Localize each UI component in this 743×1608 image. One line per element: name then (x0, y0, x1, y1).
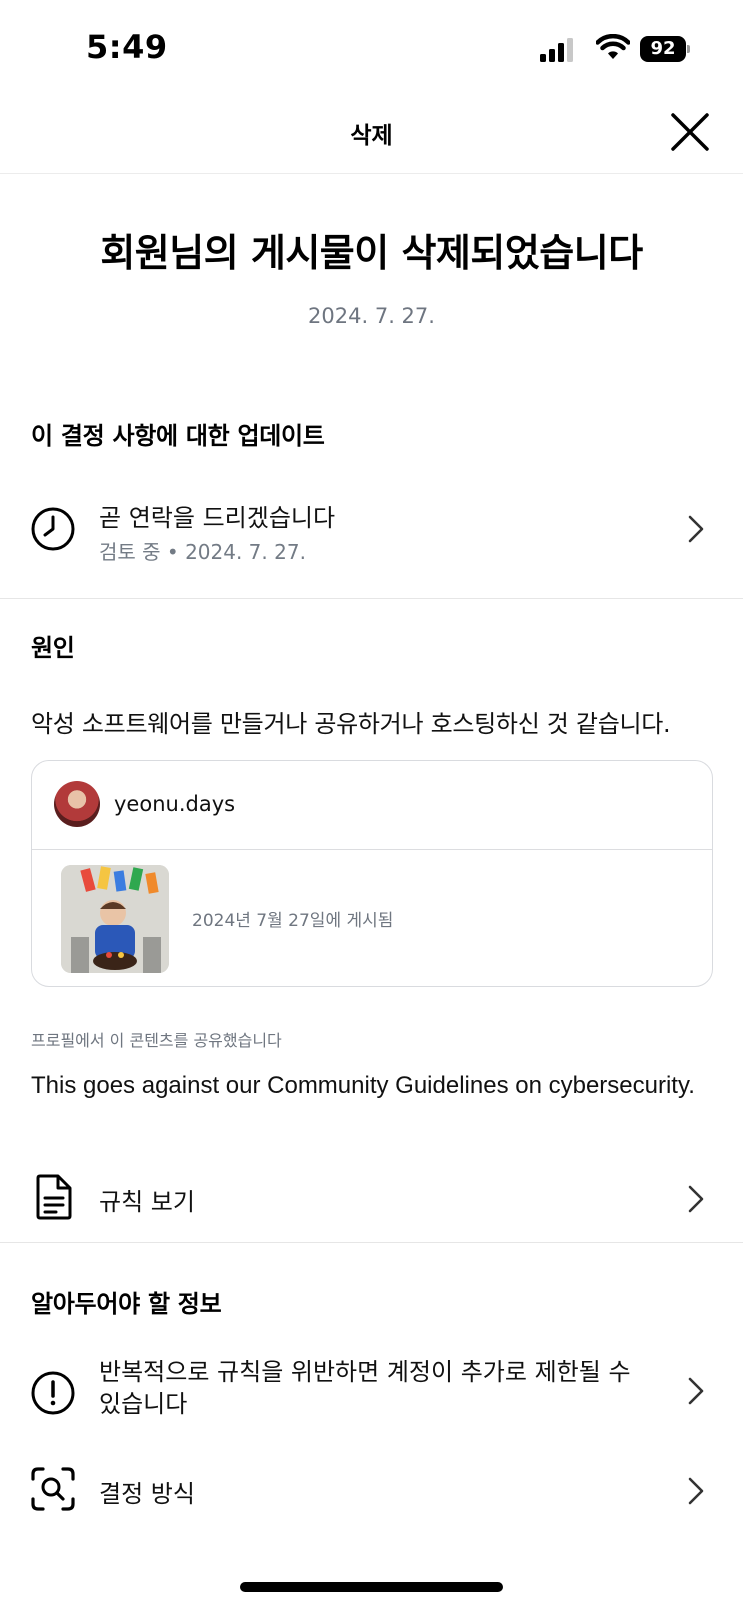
battery-level: 92 (640, 36, 686, 62)
repeat-violations-row[interactable]: 반복적으로 규칙을 위반하면 계정이 추가로 제한될 수 있습니다 (0, 1354, 743, 1434)
repeat-violations-label: 반복적으로 규칙을 위반하면 계정이 추가로 제한될 수 있습니다 (99, 1356, 631, 1420)
document-icon (36, 1174, 72, 1220)
clock-icon (31, 507, 75, 551)
nav-bar: 삭제 (0, 96, 743, 174)
post-thumbnail[interactable] (61, 865, 169, 973)
review-status-subtitle: 검토 중 • 2024. 7. 27. (99, 540, 306, 564)
avatar (54, 781, 100, 827)
alert-circle-icon (31, 1371, 75, 1415)
battery-icon: 92 (640, 36, 690, 62)
view-rules-row[interactable]: 규칙 보기 (0, 1168, 743, 1228)
post-card[interactable]: yeonu.days 2024년 7월 27일에 게시됨 (31, 760, 713, 987)
page-title: 회원님의 게시물이 삭제되었습니다 (100, 231, 643, 275)
status-bar: 5:49 92 (0, 0, 743, 96)
divider (0, 1242, 743, 1243)
divider (0, 598, 743, 599)
how-decided-row[interactable]: 결정 방식 (0, 1460, 743, 1520)
cellular-signal-icon (540, 38, 573, 62)
username: yeonu.days (114, 792, 236, 816)
shared-note: 프로필에서 이 콘텐츠를 공유했습니다 (31, 1031, 282, 1050)
status-time: 5:49 (86, 28, 168, 66)
post-photo (61, 865, 169, 973)
chevron-right-icon (688, 1185, 704, 1213)
update-section-title: 이 결정 사항에 대한 업데이트 (31, 422, 325, 450)
info-section-title: 알아두어야 할 정보 (31, 1290, 222, 1318)
close-icon[interactable] (668, 110, 712, 154)
review-status-title: 곧 연락을 드리겠습니다 (99, 504, 336, 532)
scan-search-icon (31, 1467, 75, 1511)
removal-date: 2024. 7. 27. (308, 304, 435, 328)
review-status-row[interactable]: 곧 연락을 드리겠습니다 검토 중 • 2024. 7. 27. (0, 494, 743, 566)
chevron-right-icon (688, 1377, 704, 1405)
chevron-right-icon (688, 1477, 704, 1505)
view-rules-label: 규칙 보기 (99, 1188, 195, 1216)
repeat-violations-label-line2: 있습니다 (99, 1390, 188, 1418)
nav-title: 삭제 (350, 123, 393, 149)
guideline-text: This goes against our Community Guidelin… (31, 1072, 695, 1099)
how-decided-label: 결정 방식 (99, 1480, 195, 1508)
chevron-right-icon (688, 515, 704, 543)
wifi-icon (596, 34, 630, 59)
post-card-header: yeonu.days (32, 761, 712, 850)
reason-text: 악성 소프트웨어를 만들거나 공유하거나 호스팅하신 것 같습니다. (31, 710, 671, 738)
home-indicator[interactable] (240, 1582, 503, 1592)
posted-date: 2024년 7월 27일에 게시됨 (192, 911, 394, 931)
reason-section-title: 원인 (31, 634, 75, 662)
repeat-violations-label-line1: 반복적으로 규칙을 위반하면 계정이 추가로 제한될 수 (99, 1358, 631, 1386)
